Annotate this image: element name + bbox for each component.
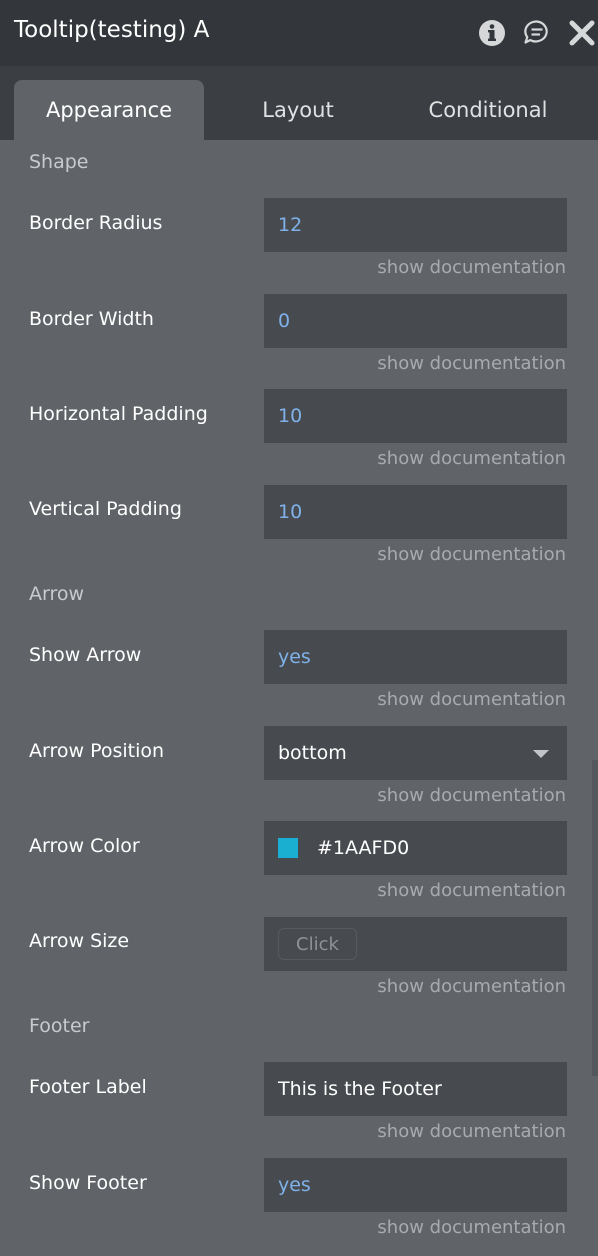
show-footer-value: yes: [278, 1174, 311, 1196]
section-footer: Footer: [29, 1015, 90, 1037]
section-arrow: Arrow: [29, 583, 85, 605]
arrow-position-doc-link[interactable]: show documentation: [377, 785, 566, 806]
panel-header: Tooltip(testing) A: [0, 0, 598, 66]
panel-title: Tooltip(testing) A: [14, 17, 210, 43]
tab-appearance[interactable]: Appearance: [14, 80, 204, 140]
border-width-doc-link[interactable]: show documentation: [377, 353, 566, 374]
footer-label-value: This is the Footer: [278, 1078, 442, 1100]
info-icon[interactable]: [477, 18, 507, 48]
tab-layout[interactable]: Layout: [204, 80, 392, 140]
horizontal-padding-label: Horizontal Padding: [29, 403, 208, 425]
vertical-padding-field[interactable]: 10: [264, 485, 567, 539]
vertical-padding-value: 10: [278, 501, 303, 523]
horizontal-padding-doc-link[interactable]: show documentation: [377, 448, 566, 469]
show-footer-field[interactable]: yes: [264, 1158, 567, 1212]
arrow-color-field[interactable]: #1AAFD0: [264, 821, 567, 875]
show-arrow-value: yes: [278, 646, 311, 668]
section-shape: Shape: [29, 151, 89, 173]
border-radius-value: 12: [278, 214, 303, 236]
arrow-size-field: Click: [264, 917, 567, 971]
arrow-color-doc-link[interactable]: show documentation: [377, 880, 566, 901]
chevron-down-icon: [533, 750, 549, 758]
border-radius-label: Border Radius: [29, 212, 163, 234]
vertical-padding-doc-link[interactable]: show documentation: [377, 544, 566, 565]
show-arrow-label: Show Arrow: [29, 644, 142, 666]
footer-label-label: Footer Label: [29, 1076, 147, 1098]
close-icon[interactable]: [567, 18, 597, 48]
show-arrow-doc-link[interactable]: show documentation: [377, 689, 566, 710]
arrow-color-label: Arrow Color: [29, 835, 140, 857]
border-width-field[interactable]: 0: [264, 294, 567, 348]
border-radius-doc-link[interactable]: show documentation: [377, 257, 566, 278]
border-width-value: 0: [278, 310, 291, 332]
arrow-color-value: #1AAFD0: [317, 837, 410, 859]
vertical-padding-label: Vertical Padding: [29, 498, 182, 520]
tab-conditional[interactable]: Conditional: [392, 80, 584, 140]
footer-label-field[interactable]: This is the Footer: [264, 1062, 567, 1116]
comment-icon[interactable]: [522, 18, 552, 48]
border-radius-field[interactable]: 12: [264, 198, 567, 252]
color-swatch[interactable]: [278, 838, 298, 858]
arrow-size-click-button[interactable]: Click: [278, 928, 357, 960]
show-footer-label: Show Footer: [29, 1172, 147, 1194]
show-arrow-field[interactable]: yes: [264, 630, 567, 684]
tab-bar: Appearance Layout Conditional: [0, 66, 598, 140]
arrow-position-dropdown[interactable]: bottom: [264, 726, 567, 780]
arrow-size-label: Arrow Size: [29, 930, 130, 952]
horizontal-padding-field[interactable]: 10: [264, 389, 567, 443]
scrollbar[interactable]: [592, 760, 598, 1076]
arrow-position-label: Arrow Position: [29, 740, 165, 762]
footer-label-doc-link[interactable]: show documentation: [377, 1121, 566, 1142]
border-width-label: Border Width: [29, 308, 154, 330]
arrow-position-value: bottom: [278, 742, 347, 764]
horizontal-padding-value: 10: [278, 405, 303, 427]
arrow-size-doc-link[interactable]: show documentation: [377, 976, 566, 997]
show-footer-doc-link[interactable]: show documentation: [377, 1217, 566, 1238]
